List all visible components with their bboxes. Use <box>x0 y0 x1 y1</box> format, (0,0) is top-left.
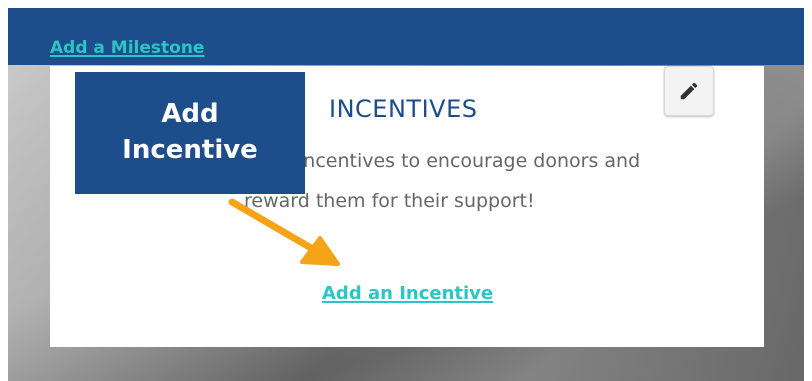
pencil-icon <box>680 82 698 100</box>
arrow-down-right-icon <box>228 198 340 266</box>
incentives-description-line1: incentives to encourage donors and <box>298 150 641 172</box>
incentives-title: INCENTIVES <box>329 95 478 123</box>
add-incentive-link[interactable]: Add an Incentive <box>322 283 493 304</box>
screenshot-stage: Add a Milestone INCENTIVES incentives to… <box>0 0 812 381</box>
add-incentive-callout: Add Incentive <box>75 72 305 194</box>
edit-button[interactable] <box>664 66 714 116</box>
callout-line2: Incentive <box>122 135 258 165</box>
add-milestone-link[interactable]: Add a Milestone <box>50 38 204 58</box>
callout-line1: Add <box>161 99 219 130</box>
